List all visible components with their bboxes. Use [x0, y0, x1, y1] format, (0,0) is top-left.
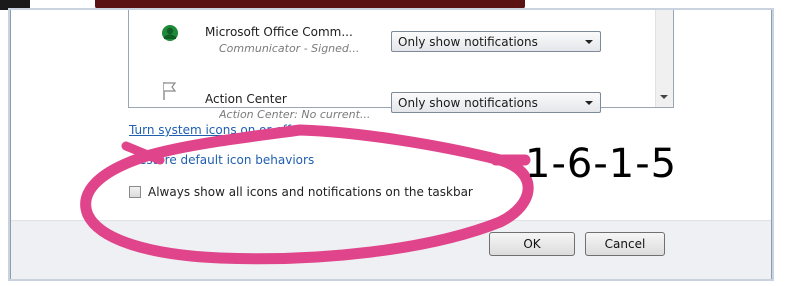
annotation-text: 1-6-1-5: [525, 141, 678, 187]
